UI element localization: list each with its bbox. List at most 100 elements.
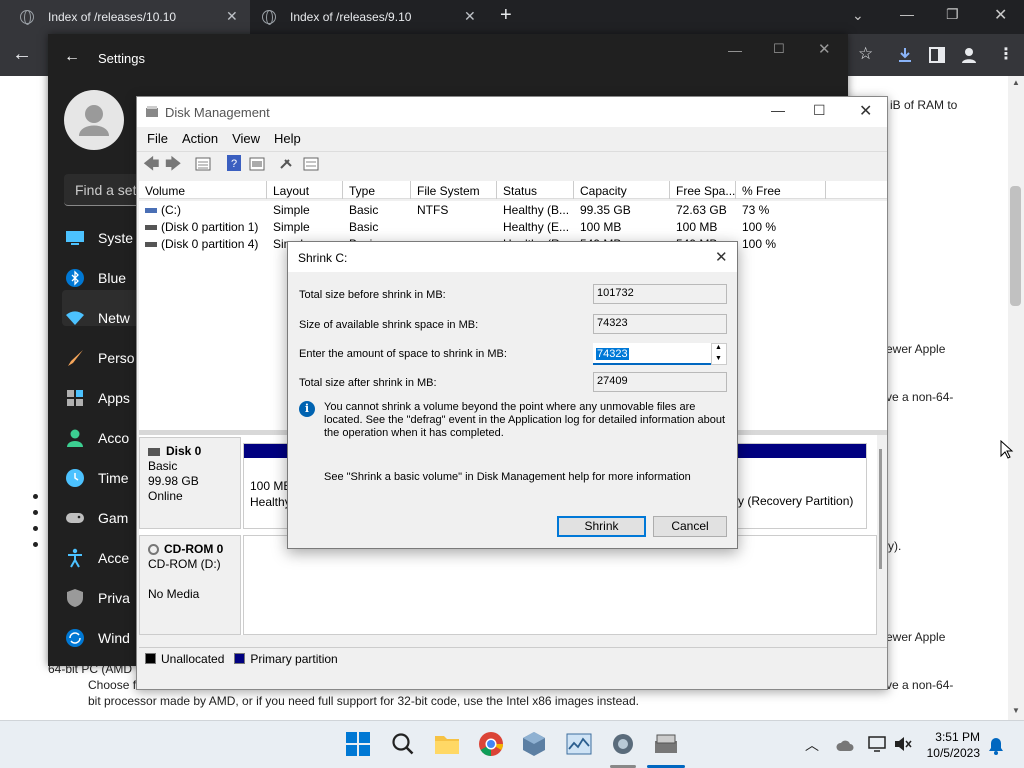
- spin-down-icon[interactable]: ▼: [715, 355, 722, 362]
- minimize-icon[interactable]: —: [728, 42, 742, 58]
- chevron-up-icon[interactable]: ︿: [805, 735, 819, 755]
- help-icon[interactable]: ?: [227, 155, 241, 171]
- list-icon[interactable]: [303, 156, 319, 172]
- graph-scrollbar[interactable]: [877, 435, 887, 635]
- nav-personalization[interactable]: Perso: [64, 340, 135, 376]
- scroll-thumb[interactable]: [879, 449, 882, 569]
- tab-search-icon[interactable]: ⌄: [852, 7, 864, 24]
- close-icon[interactable]: ✕: [818, 40, 831, 58]
- settings-icon[interactable]: [610, 731, 636, 757]
- shrink-amount-input[interactable]: 74323: [593, 343, 711, 365]
- maximize-icon[interactable]: ☐: [773, 41, 785, 57]
- primary-swatch: [234, 653, 246, 664]
- menu-action[interactable]: Action: [182, 131, 218, 146]
- taskbar: ︿ 3:51 PM 10/5/2023: [0, 720, 1024, 768]
- back-arrow-icon[interactable]: ←: [12, 43, 32, 66]
- menu-file[interactable]: File: [147, 131, 168, 146]
- nav-bluetooth[interactable]: Blue: [64, 260, 126, 296]
- cdrom-drive: CD-ROM (D:): [148, 557, 221, 571]
- disk-name: Disk 0: [166, 444, 202, 458]
- volume-icon: [145, 208, 157, 214]
- table-row[interactable]: (Disk 0 partition 1) Simple Basic Health…: [139, 218, 887, 235]
- table-row[interactable]: (C:) Simple Basic NTFS Healthy (B... 99.…: [139, 201, 887, 218]
- nav-accessibility[interactable]: Acce: [64, 540, 129, 576]
- nav-gaming[interactable]: Gam: [64, 500, 128, 536]
- cell: [411, 218, 497, 235]
- shrink-dialog: Shrink C: ✕ Total size before shrink in …: [287, 241, 738, 549]
- restore-icon[interactable]: ❐: [946, 6, 959, 23]
- start-icon[interactable]: [345, 731, 371, 757]
- minimize-icon[interactable]: —: [771, 102, 785, 118]
- close-icon[interactable]: ✕: [859, 101, 872, 121]
- nav-windows-update[interactable]: Wind: [64, 620, 130, 656]
- task-manager-icon[interactable]: [566, 731, 592, 757]
- shrink-button[interactable]: Shrink: [557, 516, 646, 537]
- col-filesystem[interactable]: File System: [411, 181, 497, 199]
- globe-icon: [20, 10, 34, 25]
- menu-dots-icon[interactable]: ⋮: [998, 44, 1014, 64]
- nav-time-language[interactable]: Time: [64, 460, 129, 496]
- onedrive-icon[interactable]: [836, 737, 854, 753]
- file-explorer-icon[interactable]: [434, 731, 460, 757]
- browser-tab[interactable]: Index of /releases/10.10 ✕: [0, 0, 250, 34]
- new-tab-button[interactable]: +: [500, 4, 512, 27]
- properties-icon[interactable]: [195, 156, 211, 172]
- bookmark-star-icon[interactable]: ☆: [858, 44, 873, 64]
- spin-buttons[interactable]: ▲ ▼: [711, 343, 727, 365]
- clock-time[interactable]: 3:51 PM: [926, 730, 980, 744]
- close-tab-icon[interactable]: ✕: [226, 8, 238, 25]
- recovery-partition[interactable]: y (Recovery Partition): [738, 494, 853, 508]
- nav-network[interactable]: Netw: [64, 300, 130, 336]
- partition-1[interactable]: 100 MB Healthy: [250, 478, 291, 510]
- menu-help[interactable]: Help: [274, 131, 301, 146]
- virtualbox-icon[interactable]: [521, 731, 547, 757]
- forward-icon[interactable]: 🡆: [165, 153, 182, 180]
- spin-up-icon[interactable]: ▲: [715, 344, 722, 351]
- nav-label: Gam: [98, 510, 129, 526]
- col-layout[interactable]: Layout: [267, 181, 343, 199]
- close-icon[interactable]: ✕: [994, 5, 1007, 25]
- col-status[interactable]: Status: [497, 181, 574, 199]
- volume-icon: [145, 242, 157, 248]
- col-type[interactable]: Type: [343, 181, 411, 199]
- cancel-button[interactable]: Cancel: [653, 516, 727, 537]
- col-volume[interactable]: Volume: [139, 181, 267, 199]
- back-arrow-icon[interactable]: ←: [64, 48, 80, 66]
- scroll-thumb[interactable]: [1010, 186, 1021, 306]
- menu-view[interactable]: View: [232, 131, 260, 146]
- disk0-info[interactable]: Disk 0 Basic 99.98 GB Online: [139, 437, 241, 529]
- col-capacity[interactable]: Capacity: [574, 181, 670, 199]
- nav-accounts[interactable]: Acco: [64, 420, 129, 456]
- side-panel-icon[interactable]: [928, 46, 946, 64]
- cdrom-info[interactable]: CD-ROM 0 CD-ROM (D:) No Media: [139, 535, 241, 635]
- view-icon[interactable]: [249, 156, 265, 172]
- nav-privacy[interactable]: Priva: [64, 580, 130, 616]
- profile-icon[interactable]: [960, 46, 978, 64]
- chrome-icon[interactable]: [478, 731, 504, 757]
- monitor-icon[interactable]: [868, 735, 886, 753]
- browser-tab[interactable]: Index of /releases/9.10 ✕: [250, 0, 490, 34]
- scroll-down-icon[interactable]: ▼: [1012, 706, 1020, 715]
- back-icon[interactable]: 🡄: [143, 153, 160, 180]
- nav-label: Acce: [98, 550, 130, 566]
- cell: 72.63 GB: [676, 203, 727, 217]
- clock-date[interactable]: 10/5/2023: [920, 746, 980, 760]
- close-tab-icon[interactable]: ✕: [464, 8, 476, 25]
- search-icon[interactable]: [390, 731, 416, 757]
- minimize-icon[interactable]: —: [900, 6, 914, 22]
- maximize-icon[interactable]: ☐: [813, 102, 826, 119]
- notification-bell-icon[interactable]: [987, 737, 1005, 755]
- nav-apps[interactable]: Apps: [64, 380, 130, 416]
- close-icon[interactable]: ✕: [715, 248, 728, 266]
- connect-icon[interactable]: [279, 156, 295, 172]
- col-pctfree[interactable]: % Free: [736, 181, 826, 199]
- apps-icon: [64, 387, 86, 409]
- scroll-up-icon[interactable]: ▲: [1012, 78, 1020, 87]
- volume-muted-icon[interactable]: [893, 735, 913, 753]
- disk-management-icon[interactable]: [653, 731, 679, 757]
- nav-system[interactable]: Syste: [64, 220, 133, 256]
- page-scrollbar[interactable]: ▲ ▼: [1008, 76, 1024, 720]
- col-freespace[interactable]: Free Spa...: [670, 181, 736, 199]
- download-icon[interactable]: [896, 46, 914, 64]
- cell: 99.35 GB: [580, 203, 631, 217]
